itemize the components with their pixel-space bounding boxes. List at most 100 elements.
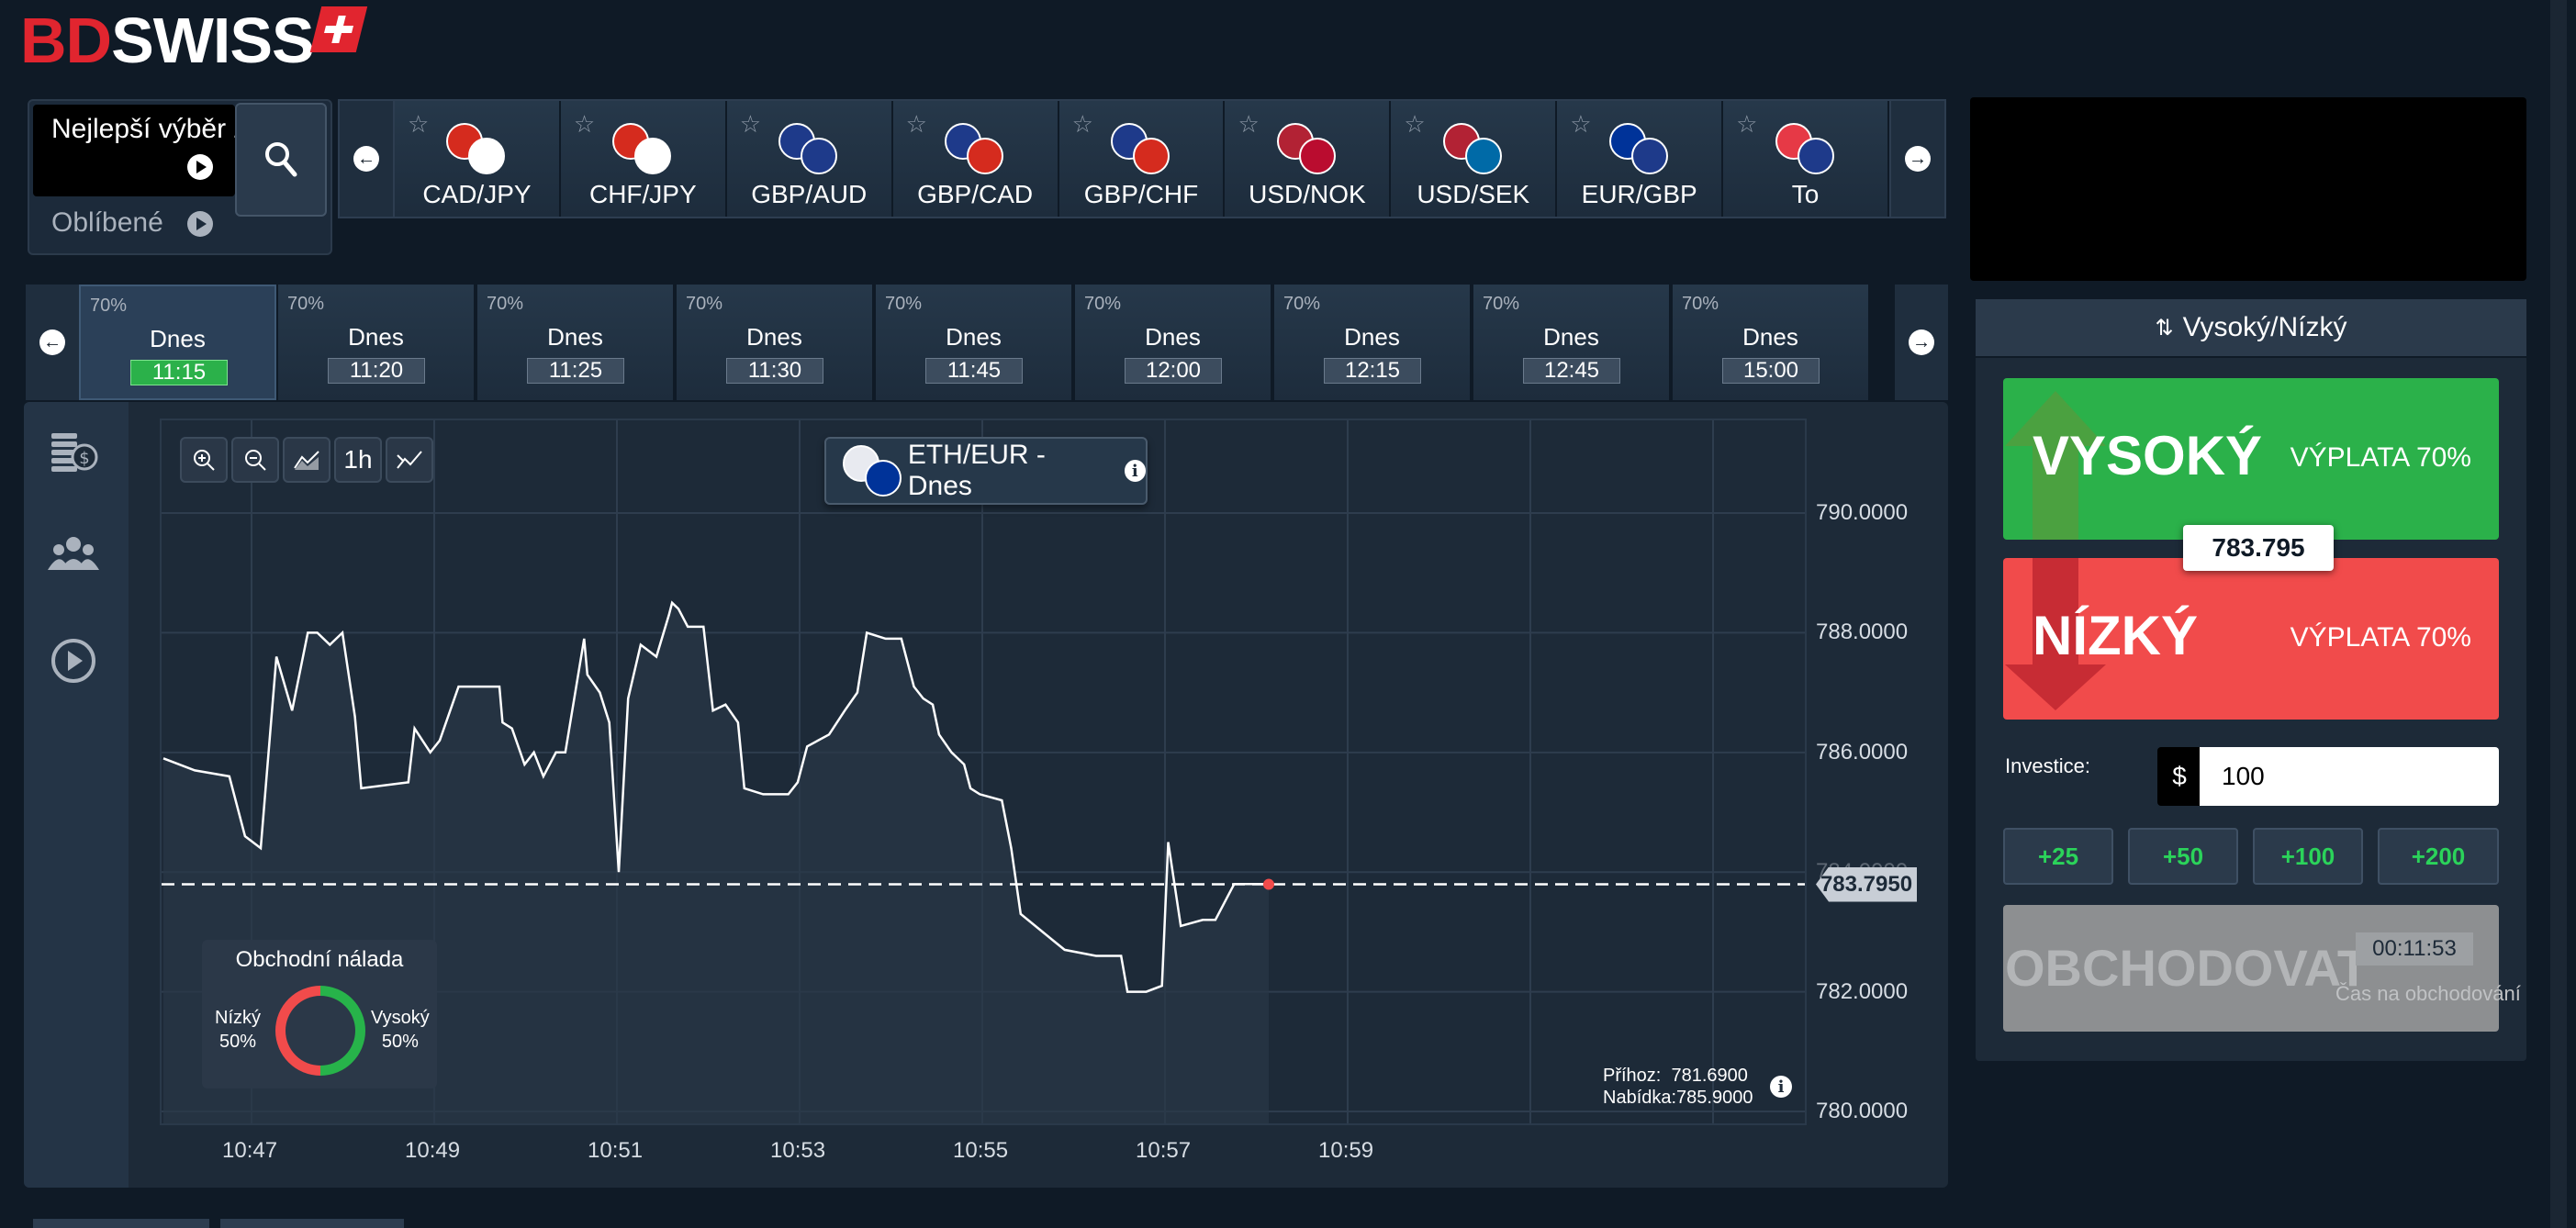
- high-button[interactable]: VYSOKÝ VÝPLATA 70%: [2003, 378, 2499, 540]
- bottom-tab-1[interactable]: [33, 1219, 209, 1228]
- y-tick-label: 782.0000: [1816, 978, 1909, 1004]
- expiry-time-item[interactable]: 70% Dnes 12:00: [1075, 285, 1272, 400]
- ad-banner: [1970, 97, 2526, 281]
- bid-price: Příhoz: 781.6900: [1603, 1066, 1748, 1086]
- x-tick-label: 10:47: [222, 1138, 278, 1163]
- expiry-day: Dnes: [1543, 323, 1599, 351]
- pair-title-button[interactable]: ETH/EUR - Dnes i: [824, 437, 1148, 505]
- currency-flags-icon: [446, 123, 507, 174]
- expiry-day: Dnes: [746, 323, 802, 351]
- expiry-day: Dnes: [547, 323, 603, 351]
- asset-item[interactable]: ☆ CHF/JPY: [560, 101, 727, 217]
- svg-text:$: $: [79, 449, 89, 468]
- live-price-bubble: 783.795: [2183, 525, 2334, 571]
- trade-button[interactable]: OBCHODOVAT 00:11:53 Čas na obchodování: [2003, 905, 2521, 1032]
- expiry-time: 12:45: [1523, 358, 1620, 384]
- expiry-payout: 70%: [1283, 294, 1321, 314]
- bdswiss-logo[interactable]: BD SWISS: [20, 5, 367, 76]
- asset-name: GBP/AUD: [751, 180, 868, 208]
- currency-flags-icon: [1111, 123, 1171, 174]
- star-icon[interactable]: ☆: [740, 110, 761, 139]
- asset-item[interactable]: ☆ EUR/GBP: [1557, 101, 1724, 217]
- area-chart-icon: [294, 451, 319, 470]
- zoom-out-button[interactable]: [231, 437, 279, 483]
- asset-item[interactable]: ☆ GBP/AUD: [726, 101, 893, 217]
- expiry-payout: 70%: [885, 294, 923, 314]
- asset-name: GBP/CAD: [917, 180, 1034, 208]
- expiry-time-item[interactable]: 70% Dnes 11:20: [278, 285, 476, 400]
- time-prev-button[interactable]: ←: [26, 285, 79, 400]
- expiry-payout: 70%: [487, 294, 524, 314]
- arrow-right-icon: →: [1905, 146, 1931, 172]
- mood-donut: [275, 986, 365, 1076]
- bid-ask-info: Příhoz: 781.6900 Nabídka:785.9000: [1603, 1065, 1753, 1109]
- bid-ask-info-icon[interactable]: i: [1770, 1076, 1792, 1098]
- coins-icon[interactable]: $: [46, 422, 101, 477]
- search-button[interactable]: [235, 103, 327, 217]
- play-video-icon[interactable]: [46, 633, 101, 688]
- expiry-time-item[interactable]: 70% Dnes 11:15: [79, 285, 276, 400]
- expiry-time-item[interactable]: 70% Dnes 12:15: [1274, 285, 1472, 400]
- community-icon[interactable]: [46, 527, 101, 582]
- zoom-in-button[interactable]: [180, 437, 228, 483]
- expiry-time-item[interactable]: 70% Dnes 11:45: [876, 285, 1073, 400]
- asset-strip-prev-button[interactable]: ←: [340, 101, 395, 217]
- expiry-payout: 70%: [1483, 294, 1520, 314]
- mood-low: Nízký 50%: [215, 1008, 261, 1052]
- trading-mood-widget: Obchodní nálada Nízký 50% Vysoký 50%: [202, 940, 437, 1088]
- asset-item[interactable]: ☆ GBP/CAD: [892, 101, 1059, 217]
- investment-label: Investice:: [2005, 754, 2090, 777]
- quick-add-100-button[interactable]: +100: [2253, 828, 2363, 885]
- low-button[interactable]: NÍZKÝ VÝPLATA 70%: [2003, 558, 2499, 720]
- star-icon[interactable]: ☆: [574, 110, 595, 139]
- favourites-play-icon[interactable]: [187, 211, 213, 237]
- star-icon[interactable]: ☆: [1238, 110, 1259, 139]
- best-pick-play-icon[interactable]: [187, 154, 213, 180]
- star-icon[interactable]: ☆: [408, 110, 429, 139]
- star-icon[interactable]: ☆: [1404, 110, 1425, 139]
- x-tick-label: 10:51: [588, 1138, 644, 1163]
- currency-flags-icon: [778, 123, 839, 174]
- best-pick-label: Nejlepší výběr z: [51, 114, 235, 144]
- quick-add-25-button[interactable]: +25: [2003, 828, 2113, 885]
- indicators-button[interactable]: [386, 437, 433, 483]
- expiry-time-item[interactable]: 70% Dnes 11:30: [677, 285, 874, 400]
- expiry-day: Dnes: [1742, 323, 1798, 351]
- asset-item[interactable]: ☆ GBP/CHF: [1058, 101, 1226, 217]
- star-icon[interactable]: ☆: [1570, 110, 1591, 139]
- expiry-payout: 70%: [686, 294, 723, 314]
- page-scrollbar[interactable]: [2550, 0, 2567, 1228]
- quick-add-200-button[interactable]: +200: [2378, 828, 2499, 885]
- currency-symbol: $: [2157, 747, 2201, 806]
- expiry-payout: 70%: [287, 294, 325, 314]
- currency-flags-icon: [945, 123, 1005, 174]
- expiry-payout: 70%: [1682, 294, 1719, 314]
- expiry-time-item[interactable]: 70% Dnes 12:45: [1473, 285, 1671, 400]
- info-icon[interactable]: i: [1124, 460, 1146, 482]
- favourites-tab[interactable]: Oblíbené: [51, 207, 163, 239]
- investment-input[interactable]: [2200, 747, 2499, 806]
- expiry-time-item[interactable]: 70% Dnes 15:00: [1673, 285, 1870, 400]
- star-icon[interactable]: ☆: [906, 110, 927, 139]
- time-next-button[interactable]: →: [1895, 285, 1948, 400]
- asset-item[interactable]: ☆ CAD/JPY: [395, 101, 561, 217]
- trade-type-header[interactable]: ⇅ Vysoký/Nízký: [1976, 299, 2526, 358]
- trade-button-label: OBCHODOVAT: [2005, 939, 2369, 997]
- timeframe-button[interactable]: 1h: [334, 437, 382, 483]
- currency-flags-icon: [1276, 123, 1338, 174]
- x-tick-label: 10:59: [1318, 1138, 1374, 1163]
- asset-item[interactable]: ☆ USD/NOK: [1225, 101, 1392, 217]
- asset-item[interactable]: ☆ USD/SEK: [1391, 101, 1558, 217]
- expiry-time: 15:00: [1722, 358, 1820, 384]
- asset-strip-next-button[interactable]: →: [1889, 101, 1944, 217]
- low-payout: VÝPLATA 70%: [2290, 622, 2471, 653]
- quick-add-50-button[interactable]: +50: [2128, 828, 2238, 885]
- asset-name: CAD/JPY: [422, 180, 532, 208]
- bottom-tab-2[interactable]: [220, 1219, 404, 1228]
- asset-item[interactable]: ☆ To: [1723, 101, 1889, 217]
- expiry-day: Dnes: [1145, 323, 1201, 351]
- chart-type-button[interactable]: [283, 437, 330, 483]
- expiry-time-item[interactable]: 70% Dnes 11:25: [477, 285, 675, 400]
- star-icon[interactable]: ☆: [1736, 110, 1757, 139]
- star-icon[interactable]: ☆: [1072, 110, 1093, 139]
